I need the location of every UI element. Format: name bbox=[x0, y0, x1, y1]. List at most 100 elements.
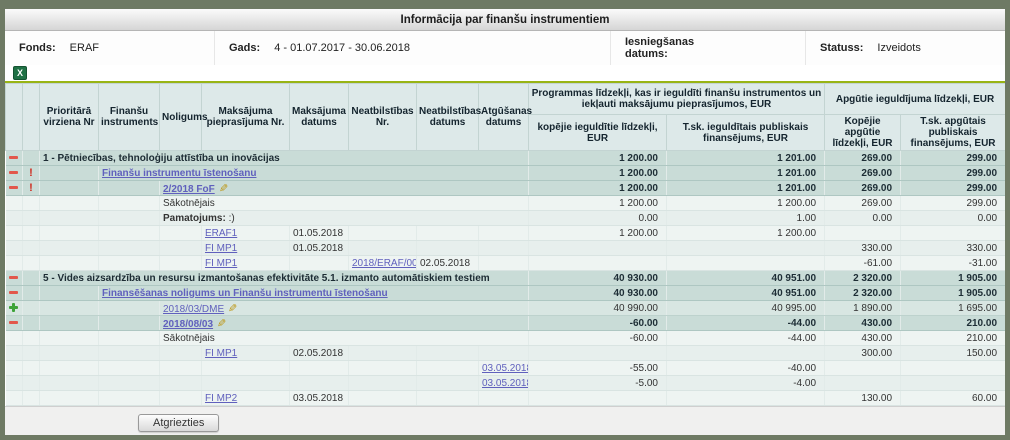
row-link[interactable]: 2/2018 FoF bbox=[163, 184, 215, 195]
value-cell bbox=[529, 391, 667, 406]
row-link[interactable]: 2018/03/DME bbox=[163, 304, 224, 315]
payment-request-link[interactable]: FI MP2 bbox=[205, 393, 237, 404]
value-cell: 40 951.00 bbox=[667, 271, 825, 286]
value-cell: 40 951.00 bbox=[667, 286, 825, 301]
back-button[interactable]: Atgriezties bbox=[138, 414, 219, 432]
value-cell: 60.00 bbox=[901, 391, 1006, 406]
discrepancy-date bbox=[417, 226, 479, 241]
value-cell bbox=[901, 361, 1006, 376]
value-cell: -44.00 bbox=[667, 316, 825, 331]
discrepancy-date: 02.05.2018 bbox=[417, 256, 479, 271]
value-cell: 210.00 bbox=[901, 331, 1006, 346]
col-group-apgutie: Apgūtie ieguldījuma līdzekļi, EUR bbox=[825, 84, 1006, 115]
table-row: 5 - Vides aizsardzība un resursu izmanto… bbox=[6, 271, 1006, 286]
value-cell: -61.00 bbox=[825, 256, 901, 271]
table-row: !2/2018 FoF✎1 200.001 201.00269.00299.00 bbox=[6, 181, 1006, 196]
value-cell: -44.00 bbox=[667, 331, 825, 346]
col-noligums: Noligums bbox=[160, 84, 202, 151]
recovery-date-link[interactable]: 03.05.2018 bbox=[482, 363, 529, 374]
col-tsk-apgutais: T.sk. apgūtais publiskais finansējums, E… bbox=[901, 115, 1006, 151]
value-cell: 1 200.00 bbox=[667, 226, 825, 241]
collapse-icon[interactable] bbox=[9, 291, 18, 294]
value-cell bbox=[529, 256, 667, 271]
value-cell: 1 200.00 bbox=[667, 196, 825, 211]
payment-date bbox=[290, 376, 349, 391]
value-cell: -31.00 bbox=[901, 256, 1006, 271]
payment-request-link[interactable]: FI MP1 bbox=[205, 348, 237, 359]
collapse-icon[interactable] bbox=[9, 156, 18, 159]
value-cell: 1 201.00 bbox=[667, 166, 825, 181]
value-cell: 269.00 bbox=[825, 196, 901, 211]
value-cell bbox=[667, 391, 825, 406]
discrepancy-date bbox=[417, 346, 479, 361]
payment-request-link[interactable]: FI MP1 bbox=[205, 243, 237, 254]
iesniegsanas-label: Iesniegšanas datums: bbox=[625, 36, 713, 60]
value-cell: 1 890.00 bbox=[825, 301, 901, 316]
statuss-value: Izveidots bbox=[877, 42, 920, 54]
value-cell: -40.00 bbox=[667, 361, 825, 376]
info-iesniegsanas: Iesniegšanas datums: bbox=[611, 31, 806, 65]
row-label: Sākotnējais bbox=[163, 333, 215, 344]
value-cell: 2 320.00 bbox=[825, 286, 901, 301]
value-cell: 1 200.00 bbox=[529, 166, 667, 181]
value-cell: 210.00 bbox=[901, 316, 1006, 331]
collapse-icon[interactable] bbox=[9, 186, 18, 189]
row-label: Sākotnējais bbox=[163, 198, 215, 209]
value-cell bbox=[825, 361, 901, 376]
edit-pencil-icon[interactable]: ✎ bbox=[228, 302, 237, 315]
payment-date: 03.05.2018 bbox=[290, 391, 349, 406]
discrepancy-date bbox=[417, 391, 479, 406]
info-fonds: Fonds: ERAF bbox=[5, 31, 215, 65]
expand-icon[interactable] bbox=[9, 303, 18, 312]
col-finansu-instruments: Finanšu instruments bbox=[99, 84, 160, 151]
warning-icon: ! bbox=[23, 182, 39, 194]
table-row: Pamatojums: :)0.001.000.000.00 bbox=[6, 211, 1006, 226]
discrepancy-date bbox=[417, 376, 479, 391]
value-cell bbox=[667, 256, 825, 271]
value-cell: 40 995.00 bbox=[667, 301, 825, 316]
value-cell: 269.00 bbox=[825, 151, 901, 166]
row-link[interactable]: Finansēšanas noligums un Finanšu instrum… bbox=[102, 288, 388, 299]
col-maksajuma-datums: Maksājuma datums bbox=[290, 84, 349, 151]
value-cell: 430.00 bbox=[825, 331, 901, 346]
payment-date bbox=[290, 361, 349, 376]
value-cell: 269.00 bbox=[825, 181, 901, 196]
discrepancy-date bbox=[417, 361, 479, 376]
collapse-icon[interactable] bbox=[9, 171, 18, 174]
value-cell: 1 201.00 bbox=[667, 181, 825, 196]
table-body: 1 - Pētniecības, tehnoloģiju attīstība u… bbox=[6, 151, 1006, 406]
row-link[interactable]: Finanšu instrumentu īstenošanu bbox=[102, 168, 256, 179]
value-cell: 1 695.00 bbox=[901, 301, 1006, 316]
collapse-icon[interactable] bbox=[9, 321, 18, 324]
table-row: !Finanšu instrumentu īstenošanu1 200.001… bbox=[6, 166, 1006, 181]
value-cell bbox=[529, 346, 667, 361]
value-cell: 299.00 bbox=[901, 166, 1006, 181]
value-cell: 0.00 bbox=[529, 211, 667, 226]
value-cell: 1 200.00 bbox=[529, 151, 667, 166]
value-cell: 40 930.00 bbox=[529, 271, 667, 286]
recovery-date-link[interactable]: 03.05.2018 bbox=[482, 378, 529, 389]
payment-request-link[interactable]: FI MP1 bbox=[205, 258, 237, 269]
payment-date bbox=[290, 256, 349, 271]
payment-request-link[interactable]: ERAF1 bbox=[205, 228, 237, 239]
discrepancy-link[interactable]: 2018/ERAF/0011 bbox=[352, 258, 417, 269]
col-flag bbox=[23, 84, 40, 151]
collapse-icon[interactable] bbox=[9, 276, 18, 279]
payment-date: 01.05.2018 bbox=[290, 226, 349, 241]
edit-pencil-icon[interactable]: ✎ bbox=[219, 182, 228, 195]
fonds-value: ERAF bbox=[70, 42, 99, 54]
col-kopejie-ieguldities: kopējie ieguldītie līdzekļi, EUR bbox=[529, 115, 667, 151]
excel-export-icon[interactable]: X bbox=[13, 66, 27, 80]
table-row: Sākotnējais1 200.001 200.00269.00299.00 bbox=[6, 196, 1006, 211]
edit-pencil-icon[interactable]: ✎ bbox=[217, 317, 226, 330]
value-cell: 2 320.00 bbox=[825, 271, 901, 286]
value-cell bbox=[667, 346, 825, 361]
payment-date: 01.05.2018 bbox=[290, 241, 349, 256]
table-row: Finansēšanas noligums un Finanšu instrum… bbox=[6, 286, 1006, 301]
col-tsk-ieguldītais: T.sk. ieguldītais publiskais finansējums… bbox=[667, 115, 825, 151]
info-panel: Fonds: ERAF Gads: 4 - 01.07.2017 - 30.06… bbox=[5, 31, 1005, 65]
value-cell: 1 200.00 bbox=[529, 196, 667, 211]
value-cell: 40 990.00 bbox=[529, 301, 667, 316]
value-cell: 1 905.00 bbox=[901, 286, 1006, 301]
row-link[interactable]: 2018/08/03 bbox=[163, 319, 213, 330]
